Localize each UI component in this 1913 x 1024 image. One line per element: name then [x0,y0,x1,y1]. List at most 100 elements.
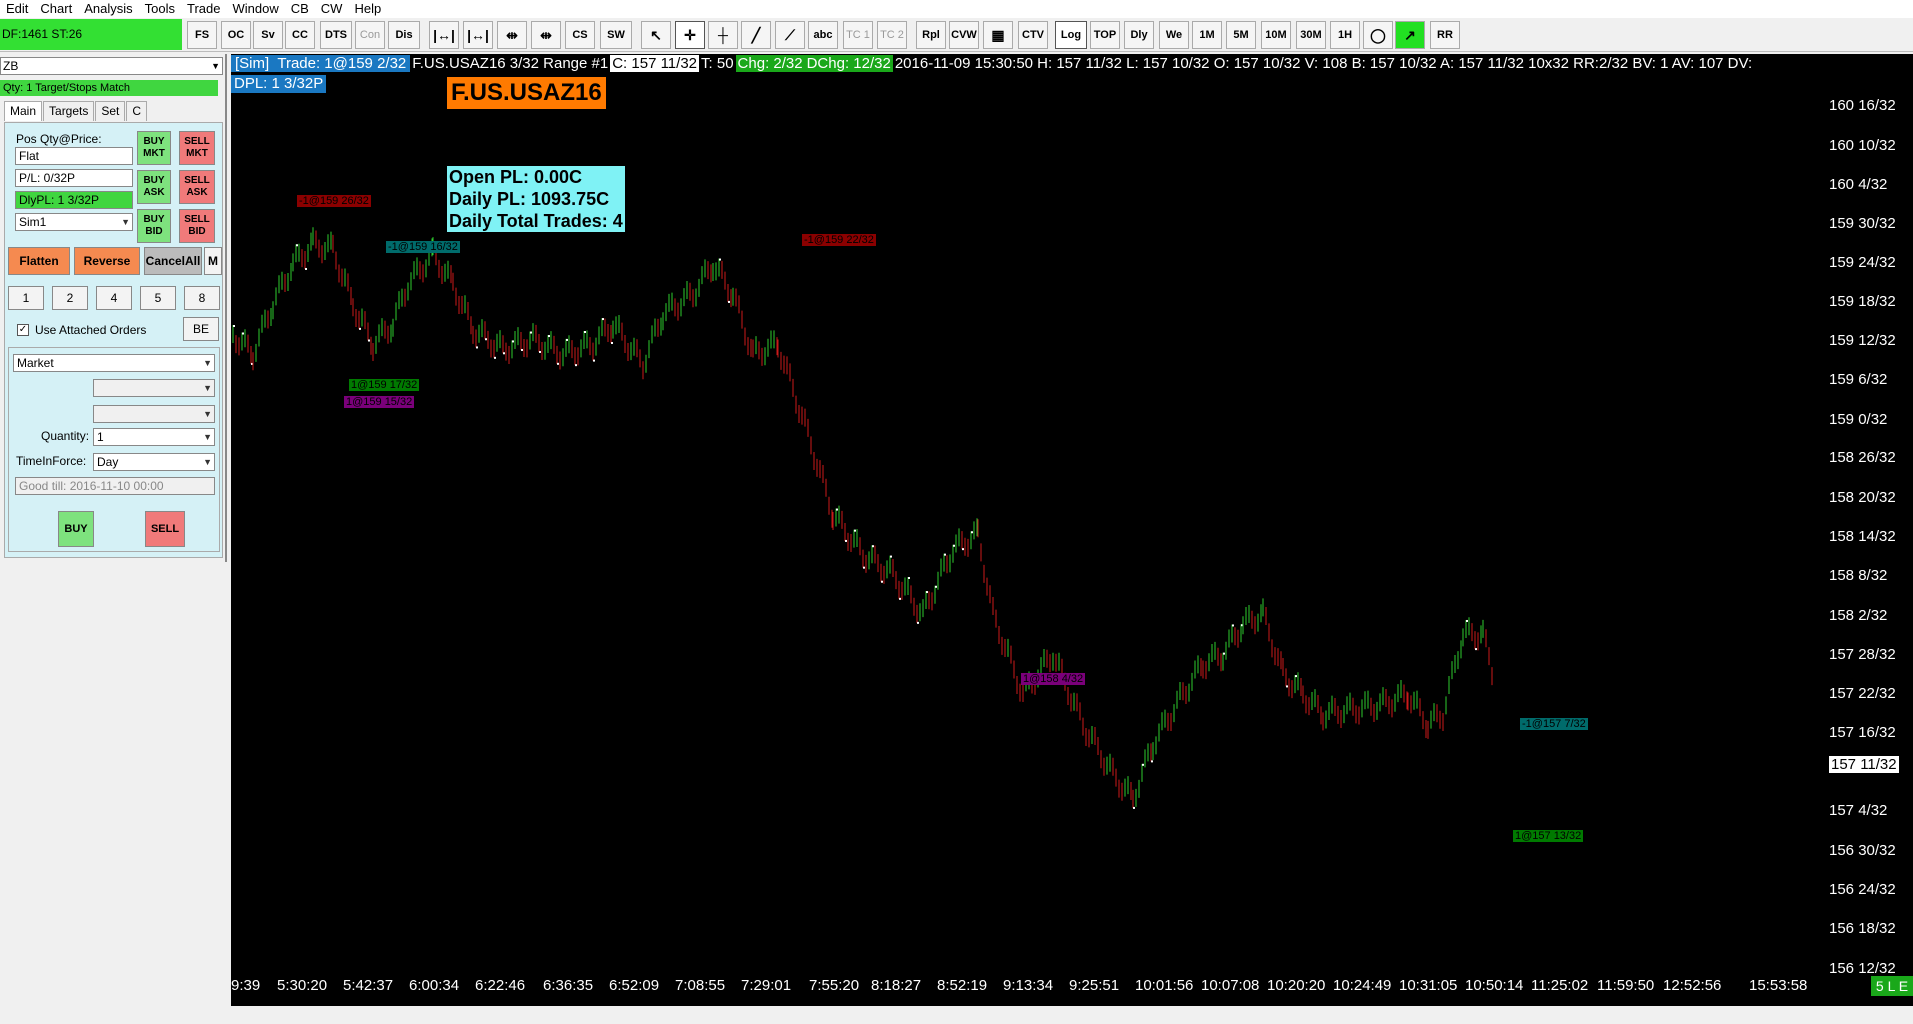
toolbar-dis-button[interactable]: Dis [388,21,420,49]
qty-2-button[interactable]: 2 [52,286,88,310]
zoom-reset-icon[interactable]: ⇹ [531,21,561,49]
toolbar-we-button[interactable]: We [1159,21,1189,49]
time-tick-label: 6:22:46 [475,977,526,994]
qty-8-button[interactable]: 8 [184,286,220,310]
menu-cb[interactable]: CB [285,0,315,18]
quantity-select[interactable]: 1 ▼ [93,428,215,446]
sell-mkt-button[interactable]: SELL MKT [179,131,215,165]
price-tick-label: 159 24/32 [1829,254,1896,271]
menu-analysis[interactable]: Analysis [78,0,138,18]
bar-close-tick [368,339,370,342]
time-tick-label: 11:25:02 [1531,977,1589,994]
buy-ask-button[interactable]: BUY ASK [137,170,171,204]
menu-trade[interactable]: Trade [181,0,226,18]
crosshair-icon[interactable]: ✛ [675,21,705,49]
tab-c[interactable]: C [126,101,148,121]
price-chart[interactable]: [Sim] Trade: 1@159 2/32 F.US.USAZ16 3/32 … [231,54,1913,1006]
good-till-field[interactable]: Good till: 2016-11-10 00:00 [15,477,215,495]
toolbar-dly-button[interactable]: Dly [1124,21,1154,49]
reverse-button[interactable]: Reverse [74,247,140,275]
toolbar-tc2-button[interactable]: TC 2 [877,21,907,49]
bar-close-tick [539,350,541,353]
cancel-all-button[interactable]: CancelAll [144,247,202,275]
time-tick-label: 6:52:09 [609,977,660,994]
toolbar-ctv-button[interactable]: CTV [1018,21,1048,49]
bar-close-tick [593,359,595,362]
tab-main[interactable]: Main [4,101,43,121]
price-select-2[interactable]: ▼ [93,405,215,423]
chart-symbol-title: F.US.USAZ16 [447,77,606,109]
bar-close-tick [485,338,487,341]
price-tick-label: 158 14/32 [1829,528,1896,545]
buy-bid-button[interactable]: BUY BID [137,209,171,243]
toolbar-1m-button[interactable]: 1M [1192,21,1222,49]
time-tick-label: 7:29:01 [741,977,792,994]
toolbar-1h-button[interactable]: 1H [1330,21,1360,49]
qty-1-button[interactable]: 1 [8,286,44,310]
price-tick-label: 159 12/32 [1829,332,1896,349]
toolbar-abc-button[interactable]: abc [808,21,838,49]
grid-icon[interactable]: ▦ [983,21,1013,49]
menu-chart[interactable]: Chart [34,0,78,18]
tab-set[interactable]: Set [95,101,126,121]
menu-cw[interactable]: CW [315,0,349,18]
menu-help[interactable]: Help [348,0,387,18]
be-button[interactable]: BE [183,317,219,341]
arrow-icon[interactable]: ↗ [1395,21,1425,49]
price-axis[interactable]: 160 16/32 160 10/32 160 4/32 159 30/32 159 2… [1829,54,1913,1006]
qty-5-button[interactable]: 5 [140,286,176,310]
symbol-select[interactable]: ZB ▼ [0,57,223,75]
zoom-fit-icon[interactable]: |↔| [429,21,459,49]
price-select-1[interactable]: ▼ [93,379,215,397]
buy-button[interactable]: BUY [58,511,94,547]
sell-button[interactable]: SELL [145,511,185,547]
order-type-select[interactable]: Market ▼ [13,354,215,372]
toolbar-10m-button[interactable]: 10M [1261,21,1291,49]
symbol-value: ZB [3,59,19,73]
toolbar-cc-button[interactable]: CC [285,21,315,49]
zoom-out-icon[interactable]: ⇹ [497,21,527,49]
toolbar-con-button[interactable]: Con [355,21,385,49]
order-entry-group [8,347,220,552]
toolbar-rr-button[interactable]: RR [1430,21,1460,49]
account-select[interactable]: Sim1 ▼ [15,213,133,231]
toolbar-sw-button[interactable]: SW [600,21,632,49]
ray-line-icon[interactable]: ⟋ [775,21,805,49]
sell-bid-button[interactable]: SELL BID [179,209,215,243]
menu-tools[interactable]: Tools [139,0,181,18]
open-pl: Open PL: 0.00C [449,166,623,188]
toolbar-fs-button[interactable]: FS [187,21,217,49]
sell-ask-button[interactable]: SELL ASK [179,170,215,204]
cursor-icon[interactable]: ↖ [641,21,671,49]
buy-mkt-button[interactable]: BUY MKT [137,131,171,165]
flatten-button[interactable]: Flatten [8,247,70,275]
trend-line-icon[interactable]: ╱ [741,21,771,49]
menu-edit[interactable]: Edit [0,0,34,18]
bar-close-tick [521,348,523,351]
toolbar-dts-button[interactable]: DTS [320,21,352,49]
bar-close-tick [584,331,586,334]
ellipse-icon[interactable]: ◯ [1363,21,1393,49]
toolbar-sv-button[interactable]: Sv [253,21,283,49]
use-attached-checkbox[interactable]: ✓ [17,324,29,336]
zoom-in-icon[interactable]: |↔| [463,21,493,49]
bar-close-tick [863,566,865,569]
toolbar-30m-button[interactable]: 30M [1296,21,1326,49]
toolbar-rpl-button[interactable]: Rpl [916,21,946,49]
toolbar-top-button[interactable]: TOP [1090,21,1120,49]
toolbar-cvw-button[interactable]: CVW [949,21,979,49]
menu-window[interactable]: Window [226,0,284,18]
toolbar-oc-button[interactable]: OC [221,21,251,49]
pos-value: Flat [15,147,133,165]
m-button[interactable]: M [204,247,222,275]
horizontal-line-icon[interactable]: ┼ [708,21,738,49]
bar-close-tick [557,362,559,365]
tif-select[interactable]: Day ▼ [93,453,215,471]
toolbar-tc1-button[interactable]: TC 1 [843,21,873,49]
qty-4-button[interactable]: 4 [96,286,132,310]
toolbar-cs-button[interactable]: CS [565,21,595,49]
tab-targets[interactable]: Targets [43,101,95,121]
toolbar-5m-button[interactable]: 5M [1226,21,1256,49]
chevron-down-icon: ▼ [121,217,130,227]
toolbar-log-button[interactable]: Log [1055,21,1087,49]
